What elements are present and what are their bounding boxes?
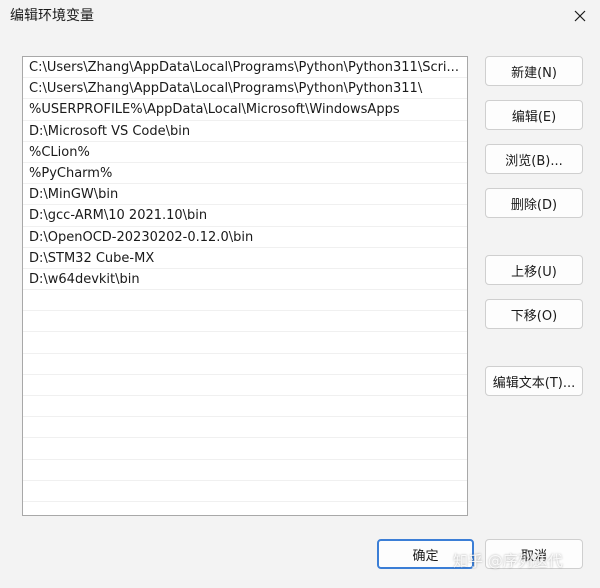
- new-button[interactable]: 新建(N): [485, 56, 583, 86]
- empty-list-row[interactable]: [23, 332, 467, 354]
- empty-list-row[interactable]: [23, 311, 467, 333]
- list-item[interactable]: %USERPROFILE%\AppData\Local\Microsoft\Wi…: [23, 99, 467, 121]
- move-down-button[interactable]: 下移(O): [485, 299, 583, 329]
- path-list[interactable]: C:\Users\Zhang\AppData\Local\Programs\Py…: [22, 56, 468, 516]
- list-item[interactable]: D:\Microsoft VS Code\bin: [23, 121, 467, 142]
- empty-list-row[interactable]: [23, 481, 467, 502]
- list-item[interactable]: D:\w64devkit\bin: [23, 269, 467, 291]
- browse-button[interactable]: 浏览(B)...: [485, 144, 583, 174]
- list-item[interactable]: D:\MinGW\bin: [23, 184, 467, 206]
- empty-list-row[interactable]: [23, 290, 467, 312]
- empty-list-row[interactable]: [23, 354, 467, 375]
- edit-button[interactable]: 编辑(E): [485, 100, 583, 130]
- empty-list-row[interactable]: [23, 438, 467, 460]
- empty-list-row[interactable]: [23, 417, 467, 439]
- empty-list-row[interactable]: [23, 460, 467, 481]
- empty-list-row[interactable]: [23, 375, 467, 396]
- list-item[interactable]: D:\OpenOCD-20230202-0.12.0\bin: [23, 227, 467, 248]
- list-item[interactable]: D:\gcc-ARM\10 2021.10\bin: [23, 205, 467, 227]
- edit-text-button[interactable]: 编辑文本(T)...: [485, 366, 583, 396]
- edit-env-var-dialog: 编辑环境变量 C:\Users\Zhang\AppData\Local\Prog…: [0, 0, 600, 588]
- move-up-button[interactable]: 上移(U): [485, 255, 583, 285]
- list-item[interactable]: C:\Users\Zhang\AppData\Local\Programs\Py…: [23, 57, 467, 79]
- list-item[interactable]: C:\Users\Zhang\AppData\Local\Programs\Py…: [23, 78, 467, 100]
- list-item[interactable]: D:\STM32 Cube-MX: [23, 248, 467, 269]
- list-item[interactable]: %CLion%: [23, 142, 467, 163]
- cancel-button[interactable]: 取消: [485, 539, 583, 569]
- ok-button[interactable]: 确定: [377, 539, 474, 569]
- empty-list-row[interactable]: [23, 396, 467, 418]
- list-item[interactable]: %PyCharm%: [23, 163, 467, 185]
- close-icon: [574, 10, 586, 22]
- dialog-title: 编辑环境变量: [10, 8, 94, 24]
- close-button[interactable]: [560, 0, 600, 32]
- delete-button[interactable]: 删除(D): [485, 188, 583, 218]
